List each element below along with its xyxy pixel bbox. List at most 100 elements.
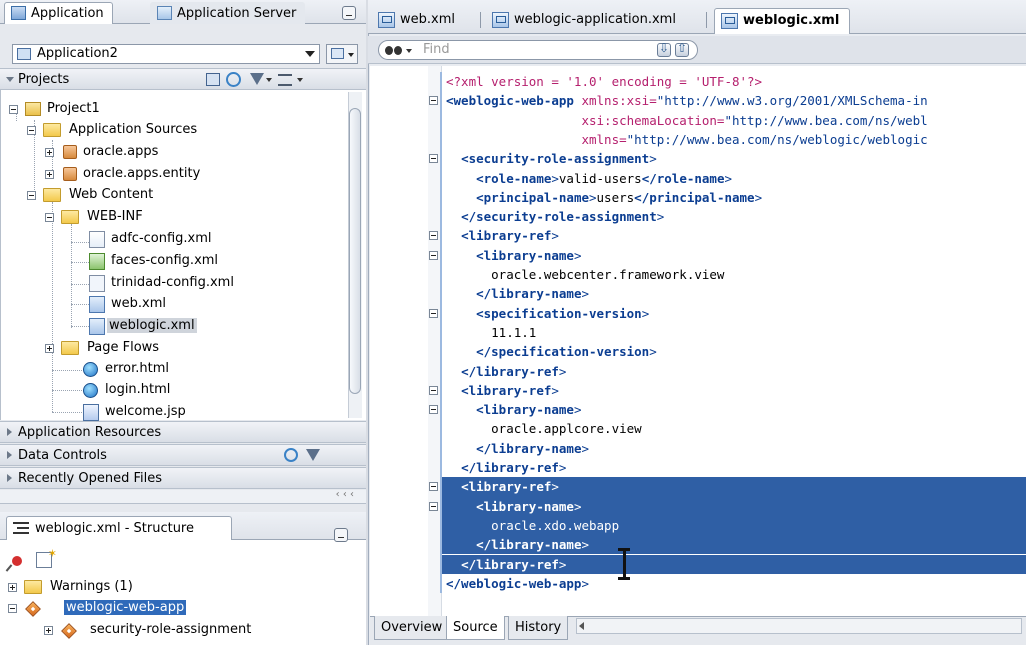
code-line[interactable]: 11.1.1	[442, 323, 1026, 342]
code-line[interactable]: </library-name>	[442, 535, 1026, 555]
structure-item-weblogic-web-app[interactable]: weblogic-web-app	[8, 599, 187, 619]
binoculars-icon[interactable]	[385, 44, 403, 56]
code-line[interactable]: <specification-version>	[442, 304, 1026, 323]
fold-toggle-icon[interactable]	[429, 250, 438, 260]
tree-node-web-inf[interactable]: WEB-INF	[45, 208, 145, 228]
fold-toggle-icon[interactable]	[429, 154, 438, 164]
code-line[interactable]: oracle.xdo.webapp	[442, 515, 1026, 536]
tree-node-project1[interactable]: Project1	[9, 100, 102, 120]
tree-node-web-xml[interactable]: web.xml	[89, 295, 168, 315]
code-line[interactable]: <library-name>	[442, 496, 1026, 516]
structure-item-security-role-assignment[interactable]: security-role-assignment	[44, 621, 253, 641]
working-sets-dropdown-icon[interactable]	[297, 78, 303, 82]
minimize-navigator-button[interactable]	[342, 6, 356, 20]
refresh-icon[interactable]	[284, 448, 298, 462]
tab-structure[interactable]: weblogic.xml - Structure	[6, 516, 232, 540]
tree-scrollbar-thumb[interactable]	[349, 108, 361, 394]
code-line[interactable]: xmlns="http://www.bea.com/ns/weblogic/we…	[442, 130, 1026, 149]
code-line[interactable]: </specification-version>	[442, 342, 1026, 361]
collapse-icon[interactable]	[8, 604, 17, 613]
code-line[interactable]: </library-ref>	[442, 554, 1026, 574]
code-line[interactable]: </library-name>	[442, 439, 1026, 458]
tab-application-server[interactable]: Application Server	[150, 2, 306, 24]
tree-node-weblogic-xml[interactable]: weblogic.xml	[89, 317, 197, 337]
tree-node-application-sources[interactable]: Application Sources	[27, 121, 199, 141]
code-line[interactable]: <library-ref>	[442, 477, 1026, 497]
tree-node-welcome-jsp[interactable]: welcome.jsp	[83, 403, 188, 423]
expand-icon[interactable]	[45, 344, 54, 353]
tab-application[interactable]: Application	[4, 2, 113, 24]
fold-toggle-icon[interactable]	[429, 231, 438, 241]
application-menu-button[interactable]	[326, 44, 358, 64]
tree-node-error-html[interactable]: error.html	[83, 360, 171, 380]
tree-node-adfc-config-xml[interactable]: adfc-config.xml	[89, 230, 214, 250]
fold-toggle-icon[interactable]	[429, 501, 438, 511]
fold-toggle-icon[interactable]	[429, 405, 438, 415]
code-line[interactable]: <weblogic-web-app xmlns:xsi="http://www.…	[442, 91, 1026, 110]
refresh-icon[interactable]	[226, 72, 241, 87]
projects-section-header[interactable]: Projects	[0, 68, 366, 90]
fold-toggle-icon[interactable]	[429, 385, 438, 395]
tree-node-web-content[interactable]: Web Content	[27, 186, 155, 206]
tree-node-page-flows[interactable]: Page Flows	[45, 339, 161, 359]
collapse-icon[interactable]	[45, 213, 54, 222]
tab-history[interactable]: History	[508, 616, 569, 640]
code-line[interactable]: <library-name>	[442, 246, 1026, 265]
pin-icon[interactable]	[12, 556, 22, 566]
code-line[interactable]: </weblogic-web-app>	[442, 574, 1026, 593]
tree-node-oracle-apps[interactable]: oracle.apps	[45, 143, 160, 163]
code-line[interactable]: <security-role-assignment>	[442, 149, 1026, 168]
expand-icon[interactable]	[45, 170, 54, 179]
code-line[interactable]: oracle.applcore.view	[442, 419, 1026, 438]
code-line[interactable]: <?xml version = '1.0' encoding = 'UTF-8'…	[442, 72, 1026, 91]
application-resources-section[interactable]: Application Resources	[0, 421, 366, 443]
find-input[interactable]: Find	[378, 40, 698, 60]
collapse-icon[interactable]	[9, 105, 18, 114]
tree-node-login-html[interactable]: login.html	[83, 381, 172, 401]
code-line[interactable]: </library-name>	[442, 284, 1026, 303]
find-options-dropdown-icon[interactable]	[406, 49, 412, 53]
code-line[interactable]: <role-name>valid-users</role-name>	[442, 169, 1026, 188]
working-sets-icon[interactable]	[278, 74, 292, 86]
code-line[interactable]: </library-ref>	[442, 458, 1026, 477]
tree-node-faces-config-xml[interactable]: faces-config.xml	[89, 252, 220, 272]
fold-toggle-icon[interactable]	[429, 96, 438, 106]
code-line[interactable]: </library-ref>	[442, 362, 1026, 381]
navigator-hscroll[interactable]: ‹ ‹ ‹	[0, 489, 366, 504]
code-line[interactable]: <library-name>	[442, 400, 1026, 419]
find-previous-icon[interactable]	[675, 41, 689, 57]
application-selector[interactable]: Application2	[12, 44, 320, 64]
data-controls-section[interactable]: Data Controls	[0, 444, 366, 466]
tab-source[interactable]: Source	[446, 616, 505, 640]
code-line[interactable]: <library-ref>	[442, 381, 1026, 400]
find-next-icon[interactable]	[657, 41, 671, 57]
tab-weblogic-application-xml[interactable]: weblogic-application.xml	[486, 8, 686, 34]
tab-web-xml[interactable]: web.xml	[372, 8, 465, 34]
expand-icon[interactable]	[8, 583, 17, 592]
fold-toggle-icon[interactable]	[429, 308, 438, 318]
tree-node-trinidad-config-xml[interactable]: trinidad-config.xml	[89, 274, 236, 294]
filter-icon[interactable]	[250, 73, 264, 85]
minimize-structure-button[interactable]	[334, 528, 348, 542]
expand-icon[interactable]	[44, 626, 53, 635]
tree-node-oracle-apps-entity[interactable]: oracle.apps.entity	[45, 165, 202, 185]
code-line[interactable]: </security-role-assignment>	[442, 207, 1026, 226]
code-line[interactable]: <principal-name>users</principal-name>	[442, 188, 1026, 207]
tab-weblogic-xml[interactable]: weblogic.xml	[714, 8, 851, 34]
expand-icon[interactable]	[45, 148, 54, 157]
tab-overview[interactable]: Overview	[374, 616, 450, 640]
new-view-icon[interactable]	[36, 547, 57, 568]
filter-dropdown-icon[interactable]	[266, 78, 272, 82]
collapse-icon[interactable]	[27, 191, 36, 200]
recently-opened-files-section[interactable]: Recently Opened Files	[0, 467, 366, 489]
fold-toggle-icon[interactable]	[429, 482, 438, 492]
code-line[interactable]: oracle.webcenter.framework.view	[442, 265, 1026, 284]
project-properties-icon[interactable]	[206, 73, 220, 86]
code-editor[interactable]: <?xml version = '1.0' encoding = 'UTF-8'…	[442, 66, 1026, 620]
code-line[interactable]: xsi:schemaLocation="http://www.bea.com/n…	[442, 111, 1026, 130]
code-line[interactable]: <library-ref>	[442, 226, 1026, 245]
collapse-icon[interactable]	[27, 126, 36, 135]
structure-item-warnings[interactable]: Warnings (1)	[8, 578, 135, 598]
filter-icon[interactable]	[306, 449, 320, 461]
editor-hscroll[interactable]	[576, 618, 1022, 634]
